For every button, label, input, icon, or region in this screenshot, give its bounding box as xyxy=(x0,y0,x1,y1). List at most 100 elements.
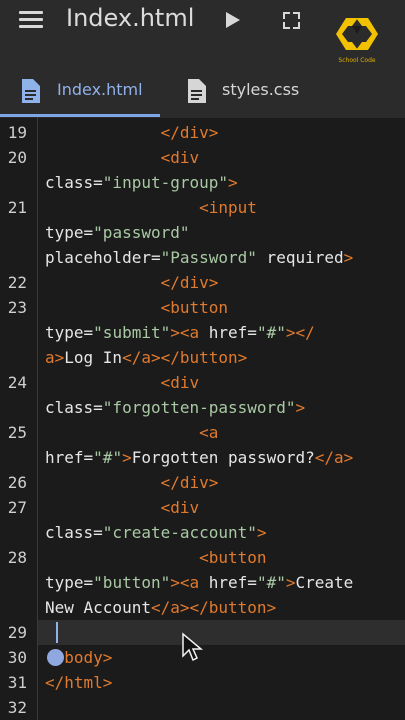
line-number: 22 xyxy=(7,273,27,292)
code-line[interactable]: type="password" xyxy=(0,220,405,245)
tab-index-html[interactable]: Index.html xyxy=(0,66,160,118)
file-title: Index.html xyxy=(66,4,195,32)
code-line[interactable]: 32 xyxy=(0,695,405,720)
code-token: </a></button> xyxy=(122,348,248,367)
code-line[interactable]: class="create-account"> xyxy=(0,520,405,545)
code-text: class="forgotten-password"> xyxy=(45,395,305,420)
code-text: </div> xyxy=(45,470,219,495)
code-token: New Account xyxy=(45,598,151,617)
code-text: <div xyxy=(45,495,200,520)
line-number: 23 xyxy=(7,298,27,317)
code-line[interactable]: 24 <div xyxy=(0,370,405,395)
logo-text: School Code xyxy=(338,57,376,64)
code-token: type= xyxy=(45,573,94,592)
code-token: </div> xyxy=(45,473,219,492)
active-tab-indicator xyxy=(0,114,160,117)
code-token: > xyxy=(343,248,354,267)
code-line[interactable]: 23 <button xyxy=(0,295,405,320)
document-icon xyxy=(22,79,40,103)
code-line[interactable]: a>Log In</a></button> xyxy=(0,345,405,370)
code-token: a> xyxy=(45,348,65,367)
code-line[interactable]: class="input-group"> xyxy=(0,170,405,195)
code-token: class= xyxy=(45,523,103,542)
tab-bar: Index.html styles.css xyxy=(0,66,405,118)
code-line[interactable]: 27 <div xyxy=(0,495,405,520)
code-token: "forgotten-password" xyxy=(102,398,296,417)
code-text: type="submit"><a href="#"></ xyxy=(45,320,315,345)
code-token: "#" xyxy=(256,323,286,342)
code-token: ></ xyxy=(285,323,315,342)
code-token: </a></button> xyxy=(150,598,277,617)
code-text: <div xyxy=(45,370,200,395)
code-token: <a xyxy=(45,423,219,442)
code-token: "submit" xyxy=(93,323,171,342)
code-text: </div> xyxy=(45,120,219,145)
line-number: 32 xyxy=(7,698,27,717)
code-line[interactable]: href="#">Forgotten password?</a> xyxy=(0,445,405,470)
menu-icon[interactable] xyxy=(19,11,43,29)
code-token: > xyxy=(256,523,267,542)
line-number: 21 xyxy=(7,198,27,217)
code-text: <a xyxy=(45,420,218,445)
code-line[interactable]: placeholder="Password" required> xyxy=(0,245,405,270)
code-editor[interactable]: 19 </div> 20 <div class="input-group"> 21 <… xyxy=(0,118,405,720)
selection-handle[interactable] xyxy=(47,649,64,666)
code-token: </html> xyxy=(45,673,113,692)
code-line[interactable]: type="submit"><a href="#"></ xyxy=(0,320,405,345)
code-line[interactable]: 19 </div> xyxy=(0,120,405,145)
line-number: 20 xyxy=(7,148,27,167)
tab-label: styles.css xyxy=(222,80,300,99)
code-text: </html> xyxy=(45,670,112,695)
code-line[interactable]: 20 <div xyxy=(0,145,405,170)
code-text: <input xyxy=(45,195,257,220)
code-token: </a> xyxy=(314,448,354,467)
code-token: "input-group" xyxy=(102,173,229,192)
code-token: "#" xyxy=(93,448,123,467)
line-number: 28 xyxy=(7,548,27,567)
tab-styles-css[interactable]: styles.css xyxy=(160,66,320,118)
code-token: "button" xyxy=(93,573,171,592)
mouse-pointer-icon xyxy=(182,632,204,662)
fullscreen-icon[interactable] xyxy=(283,12,300,29)
tab-label: Index.html xyxy=(57,80,143,99)
line-number: 29 xyxy=(7,623,27,642)
code-token: "#" xyxy=(256,573,286,592)
code-token: "create-account" xyxy=(102,523,257,542)
code-token: <div xyxy=(45,148,200,167)
code-token: > xyxy=(295,398,306,417)
code-line[interactable]: 26 </div> xyxy=(0,470,405,495)
code-line[interactable]: 31 </html> xyxy=(0,670,405,695)
code-line[interactable]: 21 <input xyxy=(0,195,405,220)
code-token: Forgotten password? xyxy=(131,448,315,467)
line-number: 25 xyxy=(7,423,27,442)
code-token: required xyxy=(256,248,344,267)
code-text: type="button"><a href="#">Create xyxy=(45,570,353,595)
code-token: Create xyxy=(295,573,354,592)
code-line[interactable]: 28 <button xyxy=(0,545,405,570)
code-line[interactable]: 22 </div> xyxy=(0,270,405,295)
line-number: 30 xyxy=(7,648,27,667)
code-token: <button xyxy=(45,548,267,567)
code-line[interactable]: class="forgotten-password"> xyxy=(0,395,405,420)
code-text: type="password" xyxy=(45,220,190,245)
code-token: > xyxy=(228,173,238,192)
code-token: </div> xyxy=(45,123,219,142)
code-token: ><a xyxy=(170,323,209,342)
code-token: href= xyxy=(45,448,94,467)
run-icon[interactable] xyxy=(226,12,240,28)
code-line[interactable]: New Account</a></button> xyxy=(0,595,405,620)
code-token: <input xyxy=(45,198,257,217)
code-text: <button xyxy=(45,295,228,320)
code-token: ><a xyxy=(170,573,209,592)
code-token: "password" xyxy=(93,223,190,242)
code-text: New Account</a></button> xyxy=(45,595,276,620)
code-token: Log In xyxy=(64,348,123,367)
code-token: <div xyxy=(45,498,200,517)
code-text: placeholder="Password" required> xyxy=(45,245,353,270)
code-token: "Password" xyxy=(160,248,257,267)
code-text: <div xyxy=(45,145,200,170)
code-token: href= xyxy=(208,573,257,592)
code-line[interactable]: 25 <a xyxy=(0,420,405,445)
code-line[interactable]: type="button"><a href="#">Create xyxy=(0,570,405,595)
code-text: </div> xyxy=(45,270,219,295)
